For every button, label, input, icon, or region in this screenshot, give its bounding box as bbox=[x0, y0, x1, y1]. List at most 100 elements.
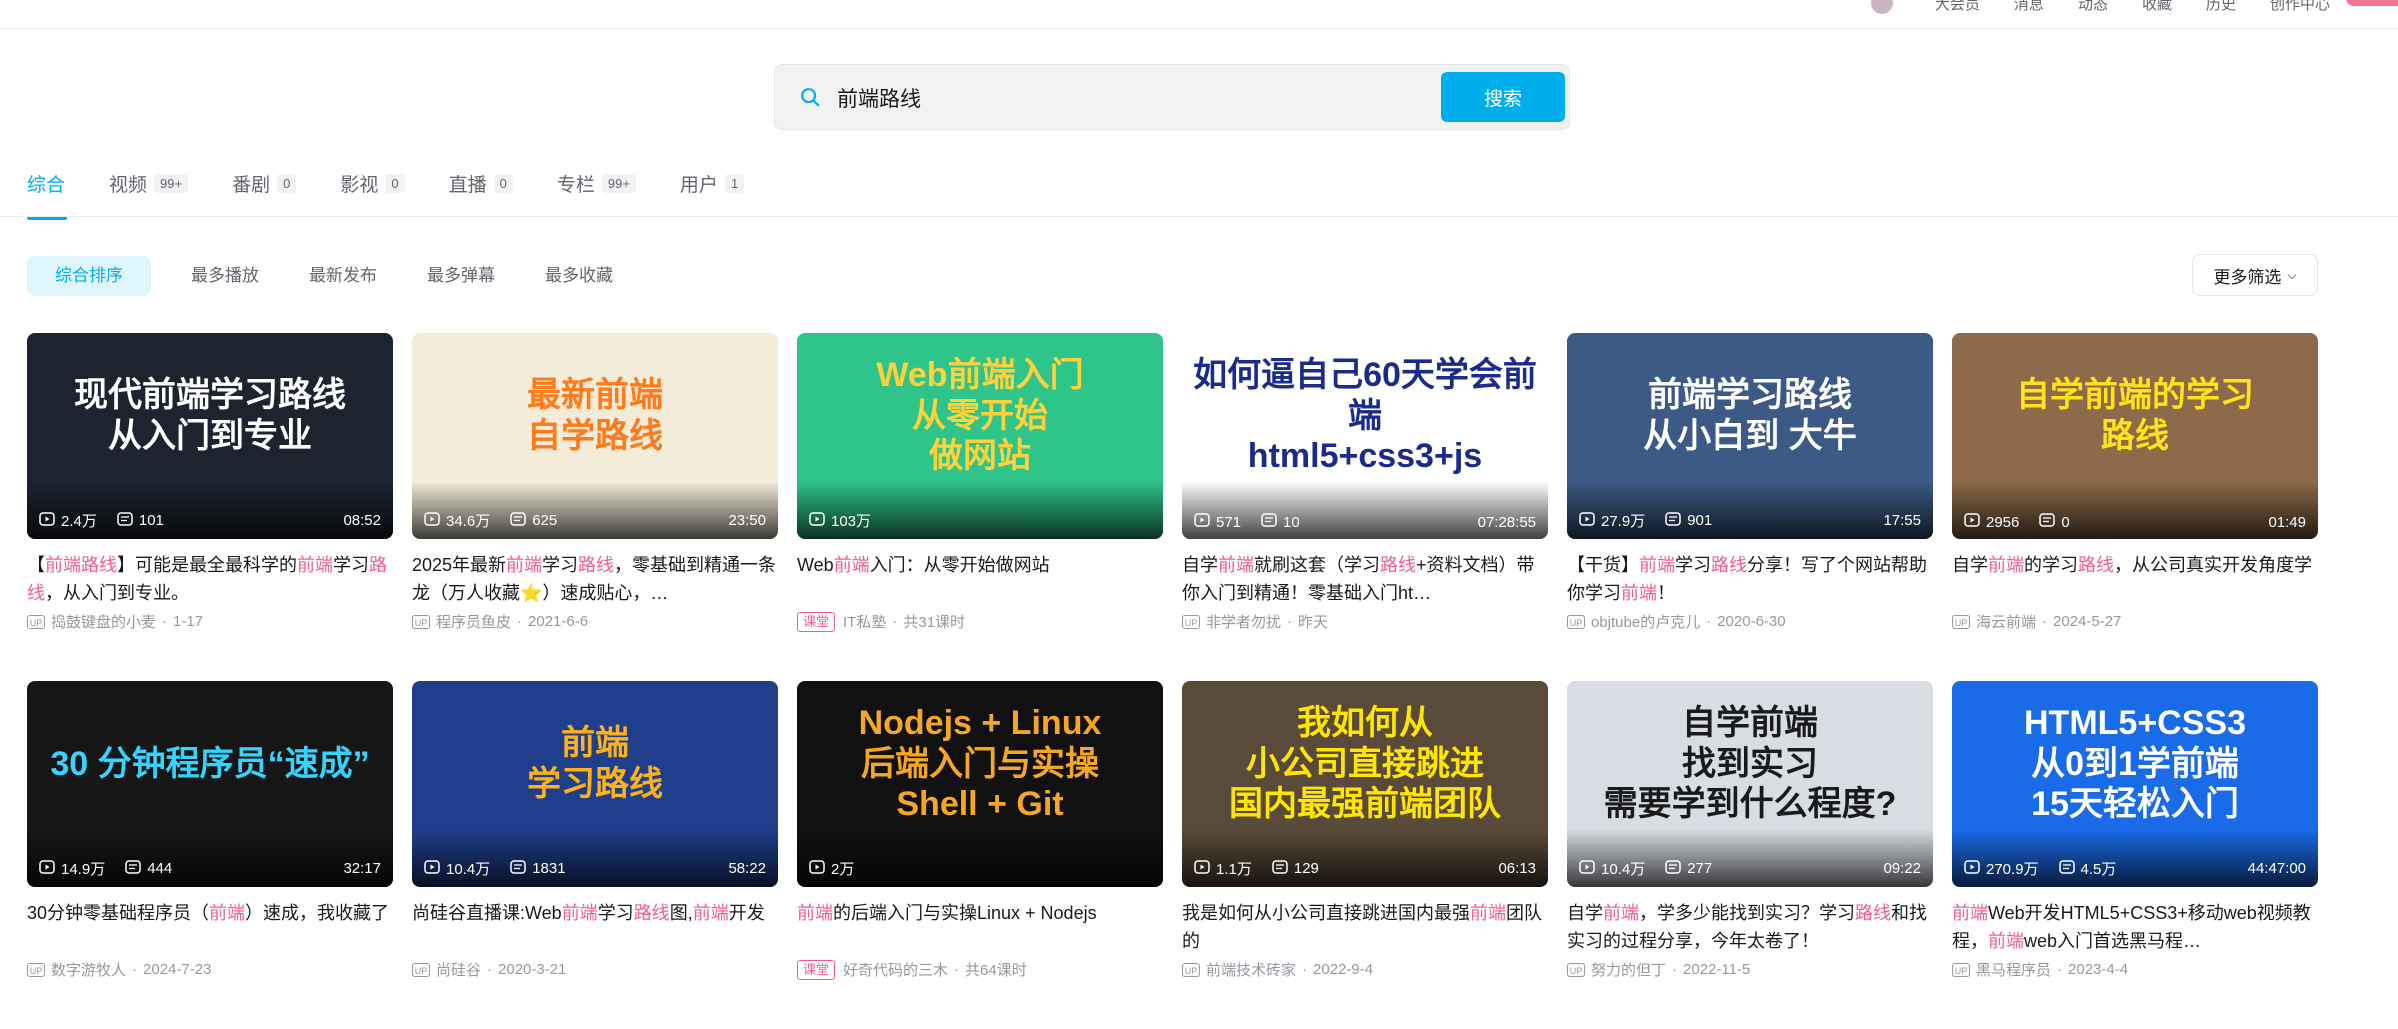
video-card[interactable]: 最新前端 自学路线 34.6万 625 23:50 2025年最新前端学习路线，零基础到… bbox=[412, 333, 778, 681]
video-card[interactable]: 前端学习路线 从小白到 大牛 27.9万 901 17:55 【干货】前端学习路线分享！… bbox=[1567, 333, 1933, 681]
sort-most-favorited[interactable]: 最多收藏 bbox=[545, 256, 613, 296]
video-author[interactable]: 程序员鱼皮 bbox=[436, 611, 511, 632]
video-card[interactable]: 30 分钟程序员“速成” 14.9万 444 32:17 30分钟零基础程序员（前端）速… bbox=[27, 681, 393, 1029]
tab-label: 直播 bbox=[448, 174, 487, 196]
more-filter-button[interactable]: 更多筛选 ⌵ bbox=[2192, 254, 2318, 296]
keyword-highlight: 前端 bbox=[797, 903, 833, 923]
search-button[interactable]: 搜索 bbox=[1441, 72, 1565, 122]
video-title[interactable]: 我是如何从小公司直接跳进国内最强前端团队的 bbox=[1182, 899, 1548, 955]
video-title[interactable]: 【前端路线】可能是最全最科学的前端学习路线，从入门到专业。 bbox=[27, 551, 393, 607]
video-author[interactable]: 好奇代码的三木 bbox=[843, 959, 948, 980]
video-author[interactable]: 尚硅谷 bbox=[436, 959, 481, 980]
tab-count-badge: 99+ bbox=[601, 173, 636, 193]
video-thumbnail[interactable]: 我如何从 小公司直接跳进 国内最强前端团队 1.1万 129 06:13 bbox=[1182, 681, 1548, 887]
keyword-highlight: 路线 bbox=[1855, 903, 1891, 923]
danmaku-count-value: 444 bbox=[147, 860, 173, 877]
video-thumbnail[interactable]: 30 分钟程序员“速成” 14.9万 444 32:17 bbox=[27, 681, 393, 887]
tab-film[interactable]: 影视 0 bbox=[340, 168, 405, 198]
video-card[interactable]: Nodejs + Linux 后端入门与实操 Shell + Git 2万前端的后… bbox=[797, 681, 1163, 1029]
video-thumbnail[interactable]: 前端学习路线 从小白到 大牛 27.9万 901 17:55 bbox=[1567, 333, 1933, 539]
top-nav-favorites[interactable]: 收藏 bbox=[2142, 0, 2172, 14]
video-title[interactable]: 30分钟零基础程序员（前端）速成，我收藏了 bbox=[27, 899, 393, 955]
video-thumbnail[interactable]: Nodejs + Linux 后端入门与实操 Shell + Git 2万 bbox=[797, 681, 1163, 887]
top-bar: ⌃ 大会员 消息 动态 收藏 历史 创作中心 bbox=[0, 0, 2398, 29]
video-title[interactable]: 前端Web开发HTML5+CSS3+移动web视频教程，前端web入门首选黑马程… bbox=[1952, 899, 2318, 955]
video-thumbnail[interactable]: 如何逼自己60天学会前端 html5+css3+js 571 10 07:28:55 bbox=[1182, 333, 1548, 539]
keyword-highlight: 前端 bbox=[1988, 555, 2024, 575]
video-card[interactable]: Web前端入门 从零开始 做网站 103万 Web前端入门：从零开始做网站 课堂 IT私… bbox=[797, 333, 1163, 681]
title-text: 就刷这套（学习 bbox=[1254, 555, 1380, 575]
video-author[interactable]: IT私塾 bbox=[843, 611, 886, 632]
video-thumbnail[interactable]: 自学前端的学习 路线 2956 0 01:49 bbox=[1952, 333, 2318, 539]
video-thumbnail[interactable]: 自学前端 找到实习 需要学到什么程度? 10.4万 277 09:22 bbox=[1567, 681, 1933, 887]
video-title[interactable]: 自学前端的学习路线，从公司真实开发角度学 bbox=[1952, 551, 2318, 607]
tab-all[interactable]: 综合 bbox=[27, 168, 67, 220]
top-nav-messages[interactable]: 消息 bbox=[2014, 0, 2044, 14]
video-card[interactable]: 前端 学习路线 10.4万 1831 58:22 尚硅谷直播课:Web前端学习路线图,前… bbox=[412, 681, 778, 1029]
up-icon: UP bbox=[27, 962, 45, 977]
tab-bangumi[interactable]: 番剧 0 bbox=[232, 168, 297, 198]
video-thumbnail[interactable]: Web前端入门 从零开始 做网站 103万 bbox=[797, 333, 1163, 539]
sort-most-danmaku[interactable]: 最多弹幕 bbox=[427, 256, 495, 296]
video-title[interactable]: 自学前端，学多少能找到实习？学习路线和找实习的过程分享，今年太卷了！ bbox=[1567, 899, 1933, 955]
video-author[interactable]: 非学者勿扰 bbox=[1206, 611, 1281, 632]
keyword-highlight: 前端 bbox=[506, 555, 543, 575]
sort-most-played[interactable]: 最多播放 bbox=[191, 256, 259, 296]
up-icon: UP bbox=[1182, 614, 1200, 629]
video-title[interactable]: 【干货】前端学习路线分享！写了个网站帮助你学习前端！ bbox=[1567, 551, 1933, 607]
tab-article[interactable]: 专栏 99+ bbox=[557, 168, 636, 198]
video-card[interactable]: 如何逼自己60天学会前端 html5+css3+js 571 10 07:28:55 自… bbox=[1182, 333, 1548, 681]
video-thumbnail[interactable]: 前端 学习路线 10.4万 1831 58:22 bbox=[412, 681, 778, 887]
video-card[interactable]: 自学前端的学习 路线 2956 0 01:49 自学前端的学习路线，从公司真实开发角度学… bbox=[1952, 333, 2318, 681]
sort-comprehensive[interactable]: 综合排序 bbox=[27, 256, 151, 296]
avatar[interactable] bbox=[1870, 0, 1893, 14]
danmaku-count-value: 129 bbox=[1293, 860, 1319, 877]
video-card[interactable]: 自学前端 找到实习 需要学到什么程度? 10.4万 277 09:22 自学前端，学多少… bbox=[1567, 681, 1933, 1029]
video-card[interactable]: 我如何从 小公司直接跳进 国内最强前端团队 1.1万 129 06:13 我是如何从小公… bbox=[1182, 681, 1548, 1029]
top-nav-vip[interactable]: 大会员 bbox=[1935, 0, 1980, 14]
video-author[interactable]: 前端技术砖家 bbox=[1206, 959, 1296, 980]
video-title[interactable]: 尚硅谷直播课:Web前端学习路线图,前端开发 bbox=[412, 899, 778, 955]
video-title[interactable]: Web前端入门：从零开始做网站 bbox=[797, 551, 1163, 607]
sort-newest[interactable]: 最新发布 bbox=[309, 256, 377, 296]
tab-label: 视频 bbox=[109, 174, 148, 196]
top-nav-creator-center[interactable]: 创作中心 bbox=[2270, 0, 2330, 14]
danmaku-count: 444 bbox=[125, 859, 173, 878]
top-nav-history[interactable]: 历史 bbox=[2206, 0, 2236, 14]
thumbnail-caption: 如何逼自己60天学会前端 html5+css3+js bbox=[1193, 355, 1537, 476]
tabs-divider bbox=[0, 216, 2398, 217]
video-author[interactable]: objtube的卢克儿 bbox=[1591, 611, 1700, 632]
chevron-down-icon: ⌵ bbox=[2287, 267, 2297, 282]
video-duration: 23:50 bbox=[728, 512, 766, 529]
video-card[interactable]: 现代前端学习路线 从入门到专业 2.4万 101 08:52 【前端路线】可能是最全最科… bbox=[27, 333, 393, 681]
video-title[interactable]: 自学前端就刷这套（学习路线+资料文档）带你入门到精通！零基础入门ht… bbox=[1182, 551, 1548, 607]
title-text: 的后端入门与实操Linux + Nodejs bbox=[833, 903, 1097, 923]
video-thumbnail[interactable]: 最新前端 自学路线 34.6万 625 23:50 bbox=[412, 333, 778, 539]
video-thumbnail[interactable]: HTML5+CSS3 从0到1学前端 15天轻松入门 270.9万 4.5万 44:4… bbox=[1952, 681, 2318, 887]
video-card[interactable]: HTML5+CSS3 从0到1学前端 15天轻松入门 270.9万 4.5万 44:4… bbox=[1952, 681, 2318, 1029]
video-thumbnail[interactable]: 现代前端学习路线 从入门到专业 2.4万 101 08:52 bbox=[27, 333, 393, 539]
thumbnail-caption: 前端学习路线 从小白到 大牛 bbox=[1643, 376, 1857, 455]
video-duration: 32:17 bbox=[343, 860, 381, 877]
tab-video[interactable]: 视频 99+ bbox=[109, 168, 189, 198]
title-text: 学习 bbox=[333, 555, 369, 575]
video-author[interactable]: 捣鼓键盘的小麦 bbox=[51, 611, 156, 632]
video-author[interactable]: 黑马程序员 bbox=[1976, 959, 2051, 980]
video-author[interactable]: 海云前端 bbox=[1976, 611, 2036, 632]
tab-user[interactable]: 用户 1 bbox=[680, 168, 745, 198]
video-date: 2022-11-5 bbox=[1683, 961, 1751, 978]
play-count: 571 bbox=[1194, 513, 1241, 531]
video-title[interactable]: 2025年最新前端学习路线，零基础到精通一条龙（万人收藏⭐）速成贴心，… bbox=[412, 551, 778, 607]
title-text: 2025年最新 bbox=[412, 555, 507, 575]
video-author[interactable]: 数字游牧人 bbox=[51, 959, 126, 980]
top-nav-dynamics[interactable]: 动态 bbox=[2078, 0, 2108, 14]
up-icon: UP bbox=[1567, 962, 1585, 977]
video-author[interactable]: 努力的但丁 bbox=[1591, 959, 1666, 980]
video-date: 2022-9-4 bbox=[1313, 961, 1374, 978]
video-title[interactable]: 前端的后端入门与实操Linux + Nodejs bbox=[797, 899, 1163, 955]
tab-live[interactable]: 直播 0 bbox=[449, 168, 513, 198]
upload-button[interactable] bbox=[2346, 0, 2398, 6]
title-text: 学习 bbox=[542, 555, 579, 575]
up-icon: UP bbox=[412, 962, 430, 977]
up-icon: UP bbox=[27, 614, 45, 629]
